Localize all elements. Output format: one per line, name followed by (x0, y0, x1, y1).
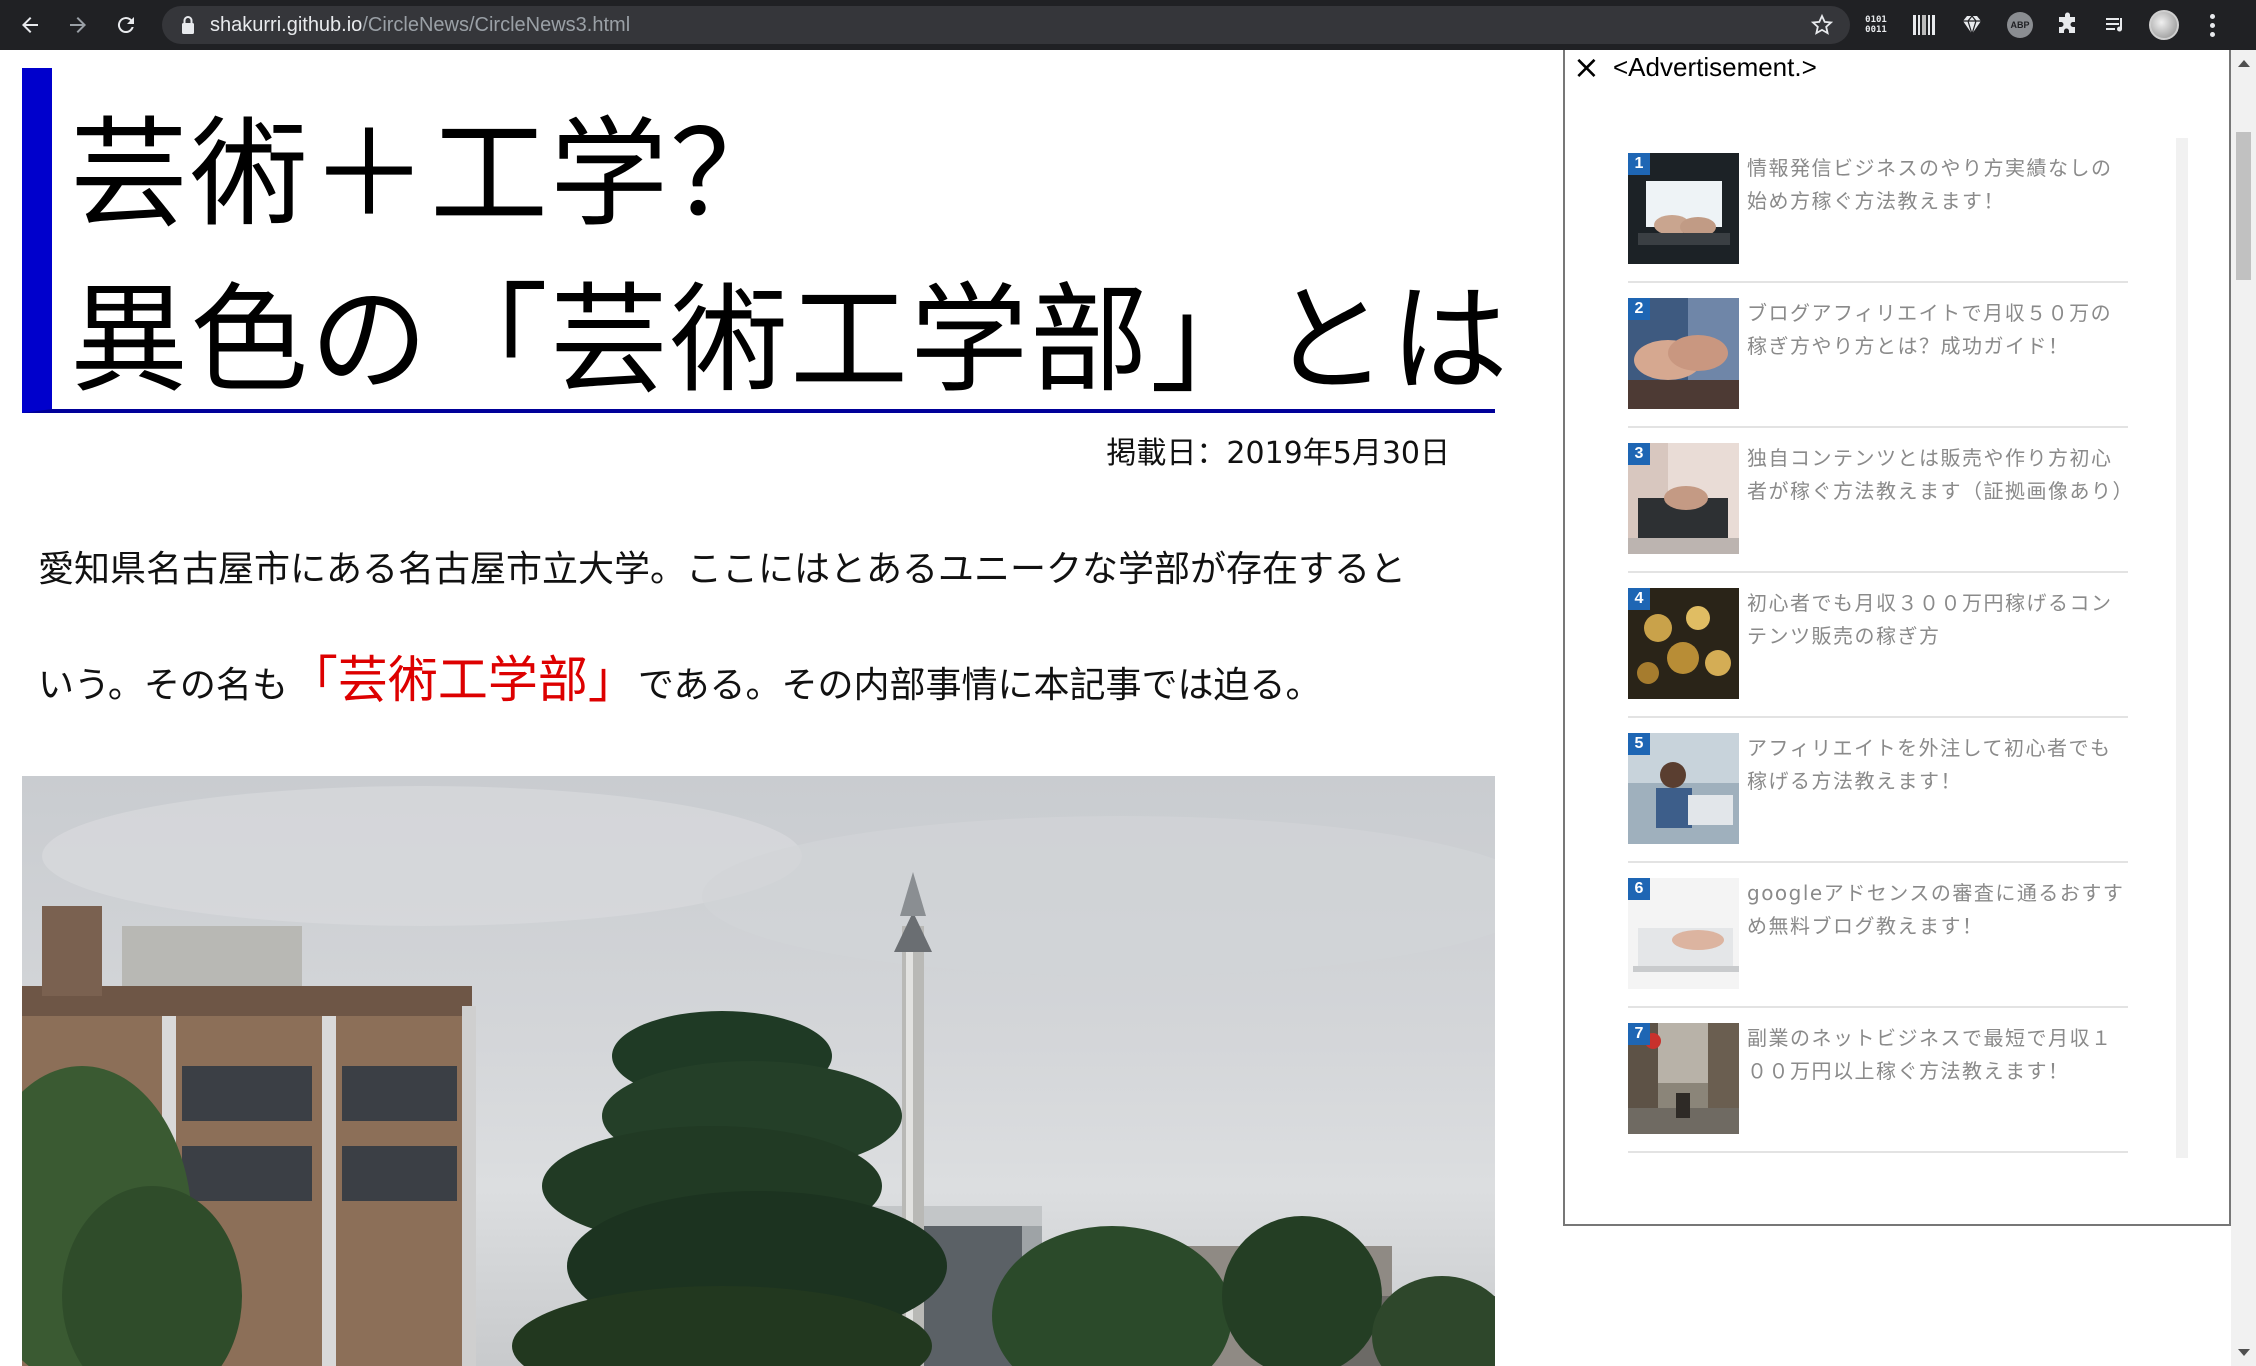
rank-badge: 3 (1628, 443, 1650, 465)
lead-highlight: 「芸術工学部」 (287, 651, 638, 709)
url-host: shakurri.github.io (210, 13, 363, 36)
lead-line1: 愛知県名古屋市にある名古屋市立大学。ここにはとあるユニークな学部が存在すると (38, 549, 1407, 590)
adblock-label: ABP (2007, 12, 2033, 38)
binary-label-top: 0101 (1865, 15, 1887, 25)
lock-icon (182, 16, 194, 34)
laptop-white-thumb[interactable]: 6 (1628, 878, 1739, 989)
ad-list-item[interactable]: 1 情報発信ビジネスのやり方実績なしの始め方稼ぐ方法教えます！ (1628, 138, 2128, 283)
advertisement-panel: × <Advertisement.> 1 情報発信ビジネスのやり方実績なしの始め… (1563, 50, 2231, 1226)
ad-list-item[interactable]: 6 googleアドセンスの審査に通るおすすめ無料ブログ教えます！ (1628, 863, 2128, 1008)
campus-building-image (22, 786, 1495, 1366)
url-path: /CircleNews/CircleNews3.html (362, 13, 631, 36)
reading-list-button[interactable] (2100, 9, 2132, 41)
rank-badge: 6 (1628, 878, 1650, 900)
publish-date: 掲載日：2019年5月30日 (1106, 436, 1450, 471)
binary-label-bottom: 0011 (1865, 25, 1887, 35)
browser-toolbar: shakurri.github.io/CircleNews/CircleNews… (0, 0, 2256, 50)
diamond-extension-icon[interactable] (1956, 9, 1988, 41)
ad-item-text[interactable]: アフィリエイトを外注して初心者でも稼げる方法教えます！ (1747, 732, 2127, 798)
back-button[interactable] (12, 7, 48, 43)
ad-item-text[interactable]: ブログアフィリエイトで月収５０万の稼ぎ方やり方とは？成功ガイド！ (1747, 297, 2127, 363)
rank-badge: 1 (1628, 153, 1650, 175)
office-worker-thumb[interactable]: 5 (1628, 733, 1739, 844)
scroll-up-arrow-icon[interactable] (2238, 60, 2250, 67)
arrow-right-icon (70, 17, 86, 33)
address-bar[interactable]: shakurri.github.io/CircleNews/CircleNews… (162, 6, 1850, 44)
bookmark-star-icon[interactable] (1810, 13, 1834, 37)
ad-list-item[interactable]: 5 アフィリエイトを外注して初心者でも稼げる方法教えます！ (1628, 718, 2128, 863)
reading-list-icon (2106, 18, 2123, 32)
campus-photo (22, 776, 1495, 1366)
rank-badge: 2 (1628, 298, 1650, 320)
article-title-line1: 芸術＋工学？ (70, 105, 791, 243)
ad-item-text[interactable]: 情報発信ビジネスのやり方実績なしの始め方稼ぐ方法教えます！ (1747, 152, 2127, 218)
ad-item-text[interactable]: 独自コンテンツとは販売や作り方初心者が稼ぐ方法教えます（証拠画像あり） (1747, 442, 2133, 508)
ad-close-button[interactable]: × (1573, 50, 1600, 84)
ad-list-item[interactable]: 7 副業のネットビジネスで最短で月収１００万円以上稼ぐ方法教えます！ (1628, 1008, 2128, 1153)
avatar (2149, 10, 2179, 40)
rank-badge: 7 (1628, 1023, 1650, 1045)
rank-badge: 5 (1628, 733, 1650, 755)
city-street-thumb[interactable]: 7 (1628, 1023, 1739, 1134)
barcode-icon (1913, 15, 1935, 35)
ad-item-text[interactable]: googleアドセンスの審査に通るおすすめ無料ブログ教えます！ (1747, 877, 2127, 943)
scrollbar-thumb[interactable] (2236, 132, 2251, 280)
extensions-puzzle-button[interactable] (2052, 9, 2084, 41)
ad-list-item[interactable]: 4 初心者でも月収３００万円稼げるコンテンツ販売の稼ぎ方 (1628, 573, 2128, 718)
lead-line2: いう。その名も「芸術工学部」である。その内部事情に本記事では迫る。 (38, 625, 1478, 741)
ad-item-text[interactable]: 副業のネットビジネスで最短で月収１００万円以上稼ぐ方法教えます！ (1747, 1022, 2127, 1088)
reload-icon (117, 17, 134, 34)
typing-thumb[interactable]: 3 (1628, 443, 1739, 554)
binary-extension-icon[interactable]: 0101 0011 (1860, 9, 1892, 41)
article-title-block: 芸術＋工学？ 異色の「芸術工学部」とは (22, 68, 1508, 413)
ad-list-scrollbar[interactable] (2176, 138, 2188, 1158)
article-title-line2: 異色の「芸術工学部」とは (70, 271, 1511, 409)
laptop-hands-thumb[interactable]: 1 (1628, 153, 1739, 264)
arrow-left-icon (22, 17, 38, 33)
handshake-thumb[interactable]: 2 (1628, 298, 1739, 409)
lead-line2-before: いう。その名も (38, 665, 288, 706)
ad-label: <Advertisement.> (1613, 52, 1817, 82)
extensions-bar: 0101 0011 ABP (1860, 0, 2244, 50)
ad-item-text[interactable]: 初心者でも月収３００万円稼げるコンテンツ販売の稼ぎ方 (1747, 587, 2127, 653)
diamond-icon (1963, 15, 1981, 37)
url-text: shakurri.github.io/CircleNews/CircleNews… (210, 14, 630, 37)
reload-button[interactable] (108, 7, 144, 43)
coins-thumb[interactable]: 4 (1628, 588, 1739, 699)
article-lead-paragraph: 愛知県名古屋市にある名古屋市立大学。ここにはとあるユニークな学部が存在すると い… (38, 515, 1478, 741)
lead-line2-after: である。その内部事情に本記事では迫る。 (637, 665, 1322, 706)
adblock-extension-icon[interactable]: ABP (2004, 9, 2036, 41)
browser-menu-button[interactable] (2196, 9, 2228, 41)
kebab-menu-icon (2202, 13, 2222, 37)
page-scrollbar[interactable] (2231, 50, 2256, 1366)
forward-button[interactable] (60, 7, 96, 43)
ad-list-item[interactable]: 3 独自コンテンツとは販売や作り方初心者が稼ぐ方法教えます（証拠画像あり） (1628, 428, 2133, 573)
puzzle-icon (2059, 12, 2075, 33)
barcode-extension-icon[interactable] (1908, 9, 1940, 41)
ad-ranking-list: 1 情報発信ビジネスのやり方実績なしの始め方稼ぐ方法教えます！ 2 ブログアフィ… (1628, 138, 2133, 1153)
scroll-down-arrow-icon[interactable] (2238, 1349, 2250, 1356)
rank-badge: 4 (1628, 588, 1650, 610)
ad-list-item[interactable]: 2 ブログアフィリエイトで月収５０万の稼ぎ方やり方とは？成功ガイド！ (1628, 283, 2128, 428)
profile-button[interactable] (2148, 9, 2180, 41)
